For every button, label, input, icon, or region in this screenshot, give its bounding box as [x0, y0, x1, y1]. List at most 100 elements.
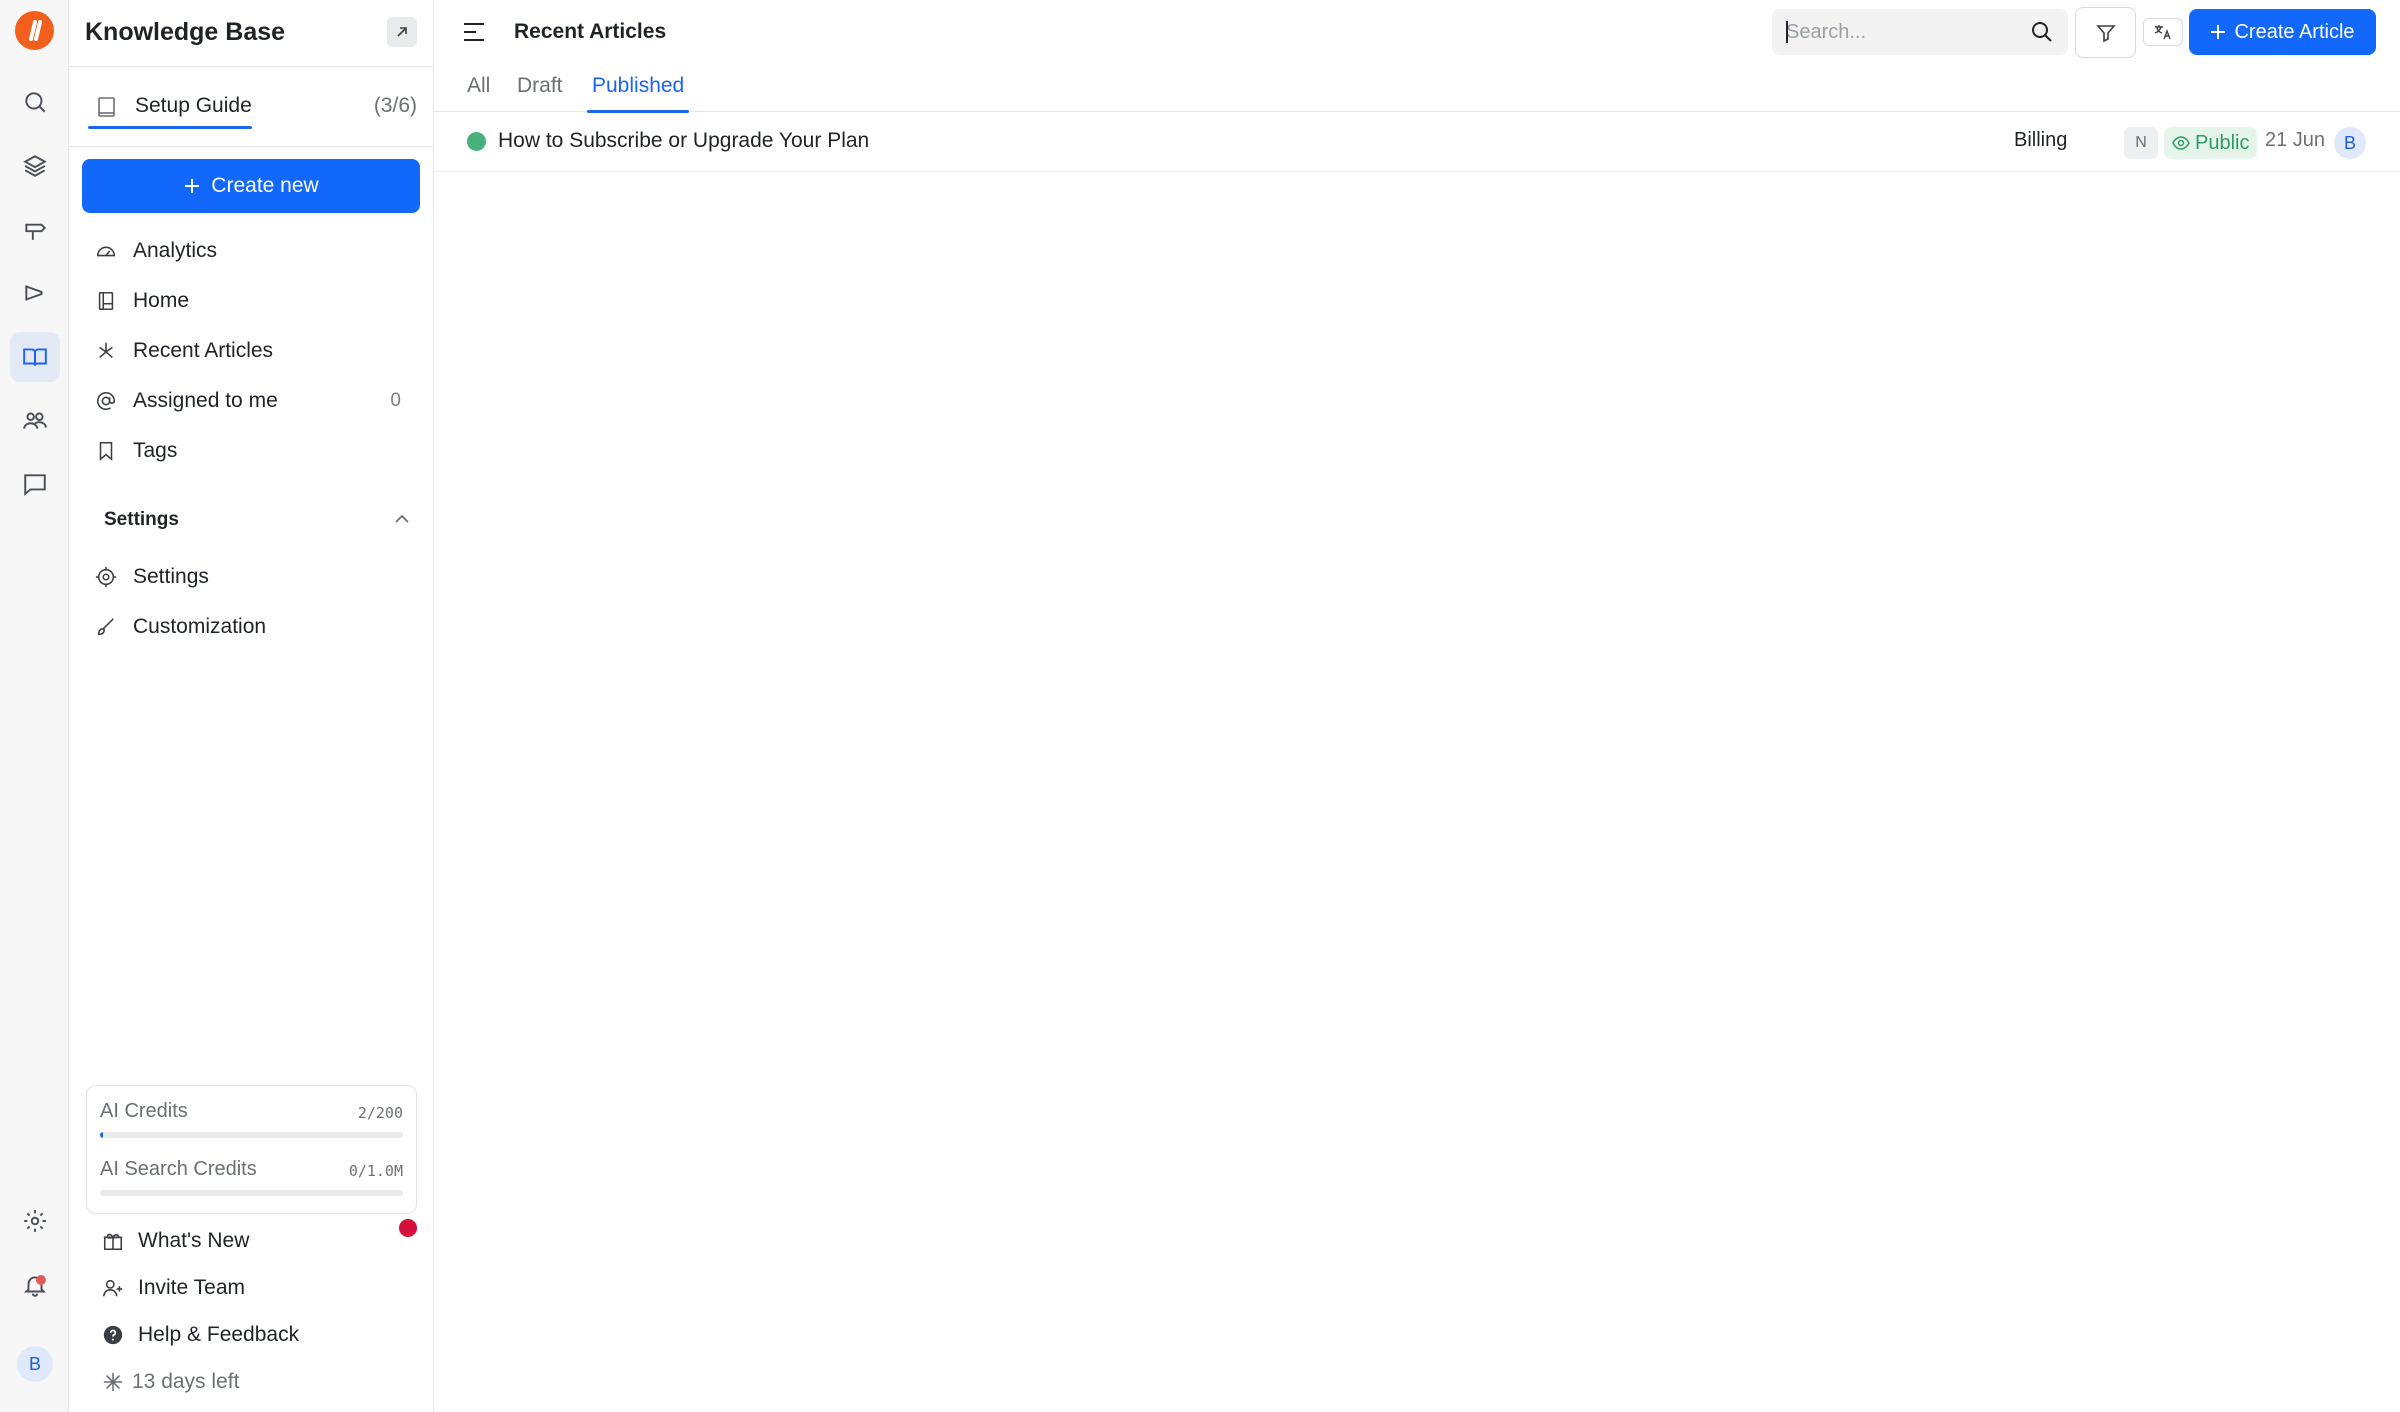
translate-button[interactable]	[2143, 18, 2183, 46]
ai-credits-value: 2/200	[357, 1104, 403, 1122]
search-icon[interactable]	[2030, 20, 2054, 44]
sidebar-item-analytics[interactable]: Analytics	[95, 231, 401, 271]
gear-icon	[95, 566, 117, 588]
tab-draft[interactable]: Draft	[517, 74, 563, 112]
gauge-icon	[96, 246, 116, 257]
notebook-icon	[98, 291, 114, 311]
sidebar-item-label: Assigned to me	[133, 389, 278, 412]
setup-guide-label: Setup Guide	[135, 94, 252, 117]
trial-days-label: 13 days left	[132, 1370, 240, 1393]
visibility-badge: Public	[2164, 127, 2258, 159]
article-date: 21 Jun	[2265, 129, 2326, 151]
setup-guide-count: (3/6)	[373, 94, 417, 117]
settings-section-title: Settings	[104, 509, 179, 530]
arrow-up-right-icon	[397, 27, 407, 37]
filter-button[interactable]	[2075, 7, 2136, 58]
create-new-button[interactable]: Create new	[82, 159, 420, 213]
create-new-label: Create new	[211, 174, 319, 197]
at-sign-icon	[96, 392, 116, 411]
megaphone-icon[interactable]	[10, 268, 60, 318]
text-caret	[1786, 21, 1788, 43]
sidebar-title: Knowledge Base	[85, 18, 286, 46]
sidebar-item-label: Analytics	[133, 239, 218, 262]
sidebar-item-customization[interactable]: Customization	[95, 607, 401, 647]
ai-search-credits-meter: AI Search Credits 0/1.0M	[100, 1158, 403, 1196]
search-input[interactable]	[1786, 20, 2026, 44]
credits-card: AI Credits 2/200 AI Search Credits 0/1.0…	[86, 1085, 417, 1214]
sidebar-item-assigned-to-me[interactable]: Assigned to me 0	[95, 381, 401, 421]
chat-icon[interactable]	[10, 459, 60, 509]
author-avatar[interactable]: B	[2334, 127, 2366, 159]
assigned-count-badge: 0	[390, 390, 401, 411]
invite-team-link[interactable]: Invite Team	[102, 1268, 412, 1308]
main-content: Recent Articles Create Article All Draft…	[434, 0, 2400, 1412]
sidebar: Knowledge Base Setup Guide (3/6) Create …	[69, 0, 434, 1412]
book-icon	[98, 97, 115, 117]
open-external-button[interactable]	[387, 17, 417, 47]
visibility-label: Public	[2195, 131, 2250, 154]
status-tabs: All Draft Published	[434, 66, 2400, 113]
ai-search-credits-track	[100, 1190, 403, 1196]
language-badge: N	[2124, 127, 2158, 159]
page-title: Recent Articles	[514, 20, 667, 43]
help-feedback-link[interactable]: Help & Feedback	[102, 1315, 412, 1355]
tab-all[interactable]: All	[467, 74, 490, 112]
ai-credits-fill	[100, 1132, 104, 1138]
setup-guide-link[interactable]: Setup Guide (3/6)	[85, 90, 417, 129]
article-category: Billing	[2014, 129, 2068, 151]
sidebar-item-label: Customization	[133, 615, 267, 638]
create-article-button[interactable]: Create Article	[2189, 9, 2376, 55]
whats-new-link[interactable]: What's New	[102, 1221, 412, 1261]
published-status-dot	[467, 132, 486, 151]
eye-icon	[2172, 136, 2190, 150]
ai-search-credits-value: 0/1.0M	[348, 1162, 403, 1180]
divider	[69, 66, 434, 67]
book-open-icon[interactable]	[10, 332, 60, 382]
sidebar-item-label: Home	[133, 289, 190, 312]
plus-icon	[185, 179, 200, 193]
sidebar-item-label: Recent Articles	[133, 339, 274, 362]
ai-credits-meter: AI Credits 2/200	[100, 1100, 403, 1138]
sidebar-item-tags[interactable]: Tags	[95, 431, 401, 471]
sparkle-icon	[99, 342, 113, 359]
chevron-up-icon	[395, 514, 409, 523]
search-icon[interactable]	[10, 77, 60, 127]
help-feedback-label: Help & Feedback	[138, 1323, 300, 1346]
setup-progress-underline	[88, 126, 252, 129]
user-avatar[interactable]: B	[17, 1346, 53, 1382]
create-article-label: Create Article	[2234, 20, 2355, 43]
translate-icon	[2154, 25, 2171, 40]
table-row[interactable]: How to Subscribe or Upgrade Your Plan Bi…	[434, 112, 2400, 172]
sidebar-item-label: Settings	[133, 565, 209, 588]
user-plus-icon	[103, 1279, 123, 1297]
bell-icon[interactable]	[10, 1260, 60, 1310]
notification-dot	[36, 1275, 46, 1285]
ai-credits-track	[100, 1132, 403, 1138]
plus-icon	[2211, 25, 2226, 39]
settings-section-toggle[interactable]: Settings	[104, 509, 410, 537]
users-icon[interactable]	[10, 395, 60, 445]
sidebar-item-label: Tags	[133, 439, 178, 462]
divider	[69, 146, 434, 147]
invite-team-label: Invite Team	[138, 1276, 245, 1299]
app-logo-icon[interactable]	[15, 11, 54, 50]
gift-icon	[103, 1233, 123, 1251]
search-box[interactable]	[1772, 9, 2068, 55]
help-circle-icon	[103, 1325, 123, 1345]
layers-icon[interactable]	[10, 141, 60, 191]
brush-icon	[97, 618, 114, 636]
tab-published[interactable]: Published	[586, 74, 690, 113]
sidebar-item-home[interactable]: Home	[95, 281, 401, 321]
bookmark-icon	[99, 441, 113, 461]
trial-days-left[interactable]: 13 days left	[102, 1362, 412, 1402]
menu-lines-icon[interactable]	[462, 21, 486, 43]
article-title[interactable]: How to Subscribe or Upgrade Your Plan	[498, 129, 869, 153]
funnel-icon	[2095, 24, 2116, 42]
gear-icon[interactable]	[10, 1196, 60, 1246]
sidebar-item-settings[interactable]: Settings	[95, 557, 401, 597]
sidebar-item-recent-articles[interactable]: Recent Articles	[95, 331, 401, 371]
whats-new-label: What's New	[138, 1229, 250, 1252]
signpost-icon[interactable]	[10, 204, 60, 254]
icon-rail: B	[0, 0, 69, 1412]
asterisk-icon	[103, 1372, 123, 1392]
